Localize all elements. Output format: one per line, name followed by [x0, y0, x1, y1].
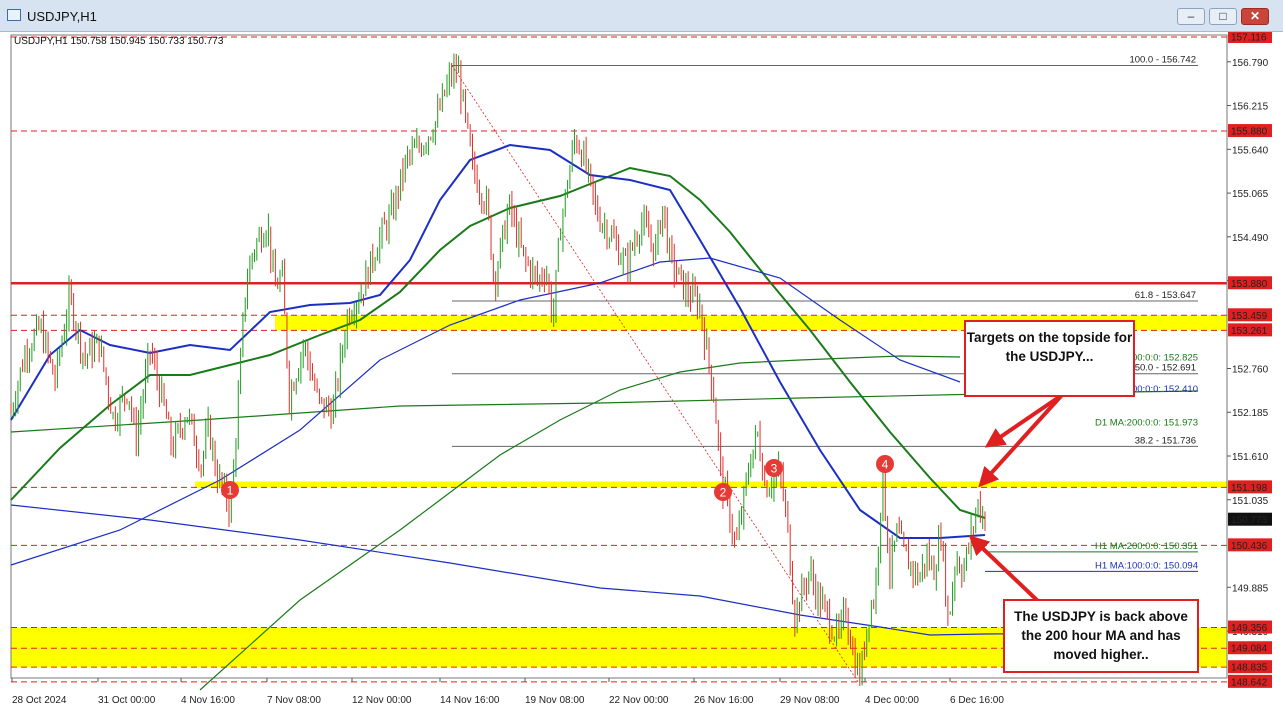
ma-100-hour-line — [10, 143, 986, 539]
price-tag-label: 150.773 — [1231, 515, 1268, 526]
fib-label: 100.0 - 156.742 — [1129, 54, 1196, 65]
restore-button[interactable]: □ — [1209, 8, 1237, 25]
price-tag-label: 157.116 — [1231, 33, 1267, 44]
price-tag-label: 153.261 — [1231, 326, 1268, 337]
close-button[interactable]: ✕ — [1241, 8, 1269, 25]
swing-marker-label: 1 — [227, 484, 234, 498]
y-tick-label: 149.885 — [1232, 583, 1269, 594]
ma-200-hour-line — [10, 166, 986, 519]
fib-label: 38.2 - 151.736 — [1135, 435, 1196, 446]
x-tick-label: 4 Nov 16:00 — [181, 695, 235, 706]
fib-label: 50.0 - 152.691 — [1135, 363, 1196, 374]
x-tick-label: 4 Dec 00:00 — [865, 695, 919, 706]
callout-arrow — [968, 535, 1042, 605]
y-tick-label: 151.610 — [1232, 452, 1269, 463]
minimize-button[interactable]: – — [1177, 8, 1205, 25]
x-tick-label: 12 Nov 00:00 — [352, 695, 412, 706]
price-tag-label: 148.835 — [1231, 663, 1268, 674]
ma-100-4h-line — [10, 257, 961, 566]
swing-marker-label: 2 — [720, 486, 727, 500]
x-tick-label: 6 Dec 16:00 — [950, 695, 1004, 706]
price-tag-label: 149.084 — [1231, 644, 1268, 655]
y-tick-label: 152.185 — [1232, 408, 1269, 419]
yellow-zone — [195, 481, 1227, 488]
chart-window-icon — [7, 9, 21, 21]
swing-marker-label: 3 — [771, 462, 778, 476]
callout-targets: Targets on the topside for the USDJPY... — [964, 320, 1135, 397]
window-titlebar: USDJPY,H1 – □ ✕ — [0, 0, 1283, 32]
price-tag-label: 155.880 — [1231, 127, 1268, 138]
price-tag-label: 150.436 — [1231, 541, 1268, 552]
y-tick-label: 155.640 — [1232, 145, 1269, 156]
x-tick-label: 14 Nov 16:00 — [440, 695, 500, 706]
price-axis: 156.790156.215155.640155.065154.490153.9… — [1226, 32, 1272, 688]
x-tick-label: 26 Nov 16:00 — [694, 695, 754, 706]
ohlc-header: USDJPY,H1 150.758 150.945 150.733 150.77… — [14, 36, 224, 47]
y-tick-label: 156.215 — [1232, 102, 1269, 113]
y-tick-label: 154.490 — [1232, 233, 1269, 244]
swing-markers: 1 2 3 4 — [221, 455, 894, 501]
window-title: USDJPY,H1 — [27, 9, 97, 24]
fib-label: 61.8 - 153.647 — [1135, 290, 1196, 301]
y-tick-label: 151.035 — [1232, 496, 1269, 507]
y-tick-label: 155.065 — [1232, 189, 1269, 200]
x-tick-label: 29 Nov 08:00 — [780, 695, 840, 706]
x-tick-label: 7 Nov 08:00 — [267, 695, 321, 706]
price-tag-label: 153.880 — [1231, 279, 1268, 290]
candles — [10, 53, 986, 686]
price-tag-label: 151.198 — [1231, 483, 1268, 494]
swing-marker-label: 4 — [882, 458, 889, 472]
x-tick-label: 31 Oct 00:00 — [98, 695, 156, 706]
ma-label: H1 MA:100:0:0: 150.094 — [1095, 560, 1198, 571]
price-tag-label: 153.459 — [1231, 311, 1268, 322]
y-tick-label: 156.790 — [1232, 58, 1269, 69]
callout-200-hour-ma: The USDJPY is back above the 200 hour MA… — [1003, 599, 1199, 673]
x-tick-label: 28 Oct 2024 — [12, 695, 67, 706]
x-tick-label: 19 Nov 08:00 — [525, 695, 585, 706]
x-tick-label: 22 Nov 00:00 — [609, 695, 669, 706]
y-tick-label: 152.760 — [1232, 364, 1269, 375]
ma-label: D1 MA:200:0:0: 151.973 — [1095, 417, 1198, 428]
price-tag-label: 149.356 — [1231, 623, 1268, 634]
price-tag-label: 148.642 — [1231, 677, 1268, 688]
ma-label: H1 MA:200:0:0: 150.351 — [1095, 541, 1198, 552]
